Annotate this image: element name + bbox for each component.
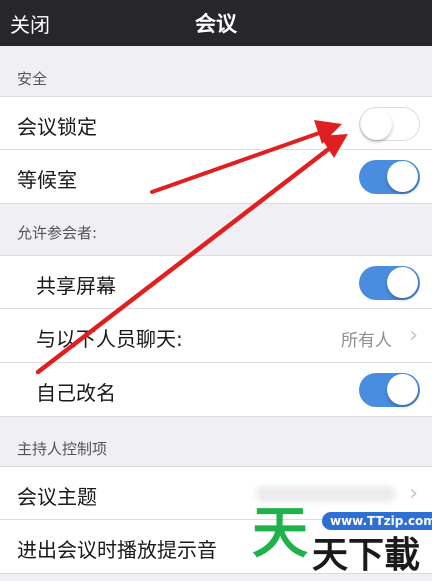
toggle-knob [361, 108, 392, 140]
meeting-lock-toggle[interactable] [359, 107, 420, 141]
toggle-knob [387, 374, 418, 405]
rename-self-row: 自己改名 [0, 363, 432, 417]
section-header-host-controls: 主持人控制项 [17, 440, 108, 458]
watermark-url: www.TTzip.com [322, 512, 432, 530]
chat-with-row[interactable]: 与以下人员聊天: 所有人 › [0, 309, 432, 363]
rename-self-toggle[interactable] [359, 373, 420, 407]
watermark-big-char: 天 [252, 501, 308, 566]
section-header-allow-participants: 允许参会者: [17, 224, 98, 242]
meeting-topic-label: 会议主题 [17, 485, 97, 509]
watermark-text: 天下載 [312, 535, 421, 576]
watermark-logo: 天 www.TTzip.com 天下載 [252, 500, 432, 581]
waiting-room-label: 等候室 [17, 168, 77, 192]
waiting-room-row: 等候室 [0, 150, 432, 204]
join-leave-sound-label: 进出会议时播放提示音 [17, 538, 217, 562]
waiting-room-toggle[interactable] [359, 160, 420, 194]
share-screen-row: 共享屏幕 [0, 255, 432, 309]
chevron-right-icon: › [409, 323, 418, 348]
toggle-knob [387, 161, 418, 192]
rename-self-label: 自己改名 [36, 381, 116, 405]
chat-with-value: 所有人 [341, 331, 392, 351]
meeting-lock-label: 会议锁定 [17, 115, 97, 139]
toggle-knob [387, 267, 418, 298]
share-screen-label: 共享屏幕 [36, 274, 116, 298]
meeting-lock-row: 会议锁定 [0, 96, 432, 150]
section-header-security: 安全 [17, 70, 48, 88]
share-screen-toggle[interactable] [359, 266, 420, 300]
navbar: 关闭 会议 [0, 0, 432, 46]
chat-with-label: 与以下人员聊天: [36, 327, 183, 351]
page-title: 会议 [195, 12, 237, 36]
